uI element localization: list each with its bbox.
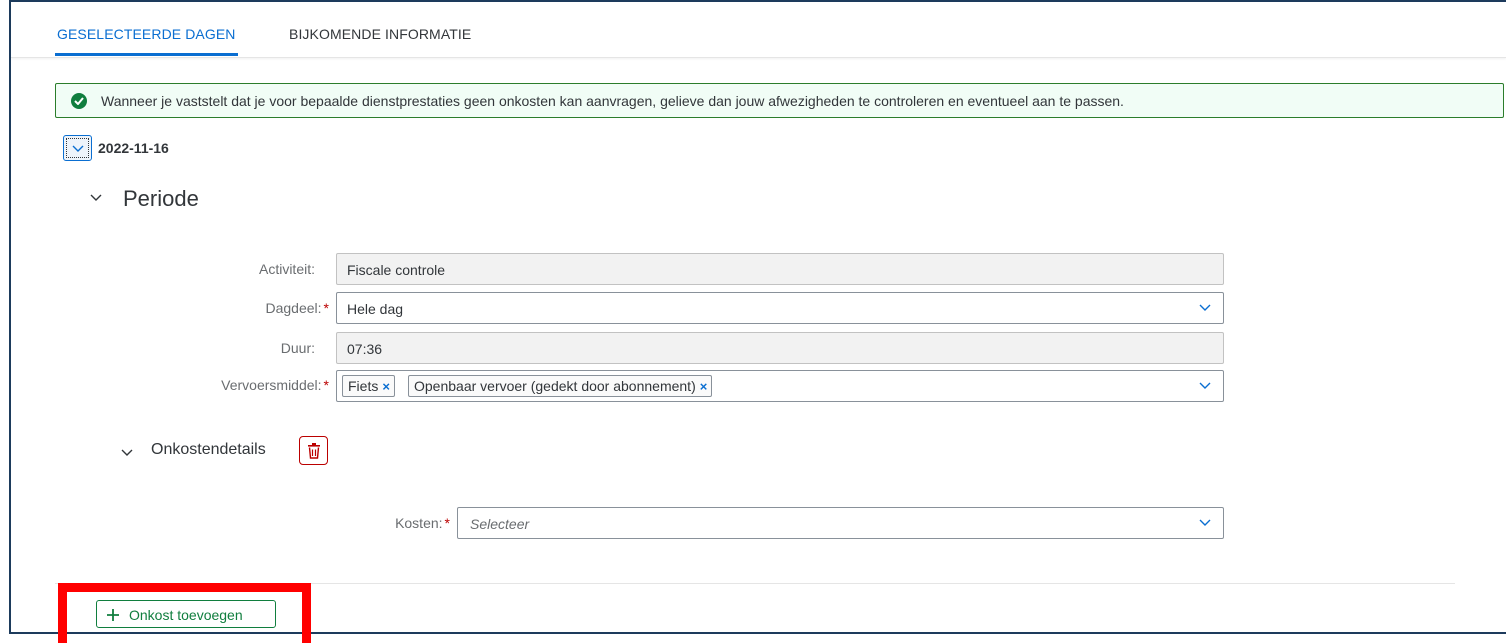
duur-label: Duur:: [280, 340, 315, 356]
chevron-down-icon[interactable]: [1199, 304, 1211, 311]
remove-token-icon[interactable]: ×: [382, 379, 390, 394]
tab-bijkomende-informatie[interactable]: BIJKOMENDE INFORMATIE: [289, 26, 471, 42]
message-text: Wanneer je vaststelt dat je voor bepaald…: [101, 93, 1124, 109]
duur-field: 07:36: [336, 332, 1224, 364]
vervoersmiddel-label: Vervoersmiddel: *: [221, 377, 329, 393]
chevron-down-icon[interactable]: [90, 194, 102, 201]
activiteit-label: Activiteit:: [258, 261, 315, 277]
vervoersmiddel-multiselect[interactable]: Fiets × Openbaar vervoer (gedekt door abo…: [336, 370, 1224, 402]
highlight-annotation-box: [58, 583, 311, 643]
success-check-icon: [71, 93, 87, 109]
delete-onkost-button[interactable]: [299, 436, 328, 465]
activiteit-value: Fiscale controle: [347, 262, 446, 278]
token-fiets[interactable]: Fiets ×: [342, 375, 395, 397]
chevron-down-icon: [72, 145, 84, 152]
collapse-day-button[interactable]: [63, 135, 92, 161]
kosten-placeholder: Selecteer: [470, 516, 530, 532]
content-frame: GESELECTEERDE DAGEN BIJKOMENDE INFORMATI…: [9, 0, 1506, 634]
chevron-down-icon[interactable]: [1199, 382, 1211, 389]
required-mark: *: [323, 300, 329, 316]
dagdeel-value: Hele dag: [347, 301, 404, 317]
chevron-down-icon[interactable]: [121, 449, 133, 456]
dagdeel-label: Dagdeel: *: [265, 300, 330, 316]
chevron-down-icon[interactable]: [1199, 519, 1211, 526]
periode-section-title[interactable]: Periode: [123, 186, 199, 212]
tab-bar: GESELECTEERDE DAGEN BIJKOMENDE INFORMATI…: [11, 2, 1506, 58]
day-date-label: 2022-11-16: [98, 140, 169, 156]
activiteit-field: Fiscale controle: [336, 253, 1224, 285]
duur-value: 07:36: [347, 341, 383, 357]
trash-icon: [308, 443, 320, 459]
onkostendetails-title[interactable]: Onkostendetails: [151, 441, 266, 459]
kosten-label: Kosten: *: [395, 515, 450, 531]
token-openbaar-vervoer[interactable]: Openbaar vervoer (gedekt door abonnement…: [408, 375, 713, 397]
tab-geselecteerde-dagen[interactable]: GESELECTEERDE DAGEN: [55, 26, 237, 56]
kosten-select[interactable]: Selecteer: [457, 507, 1224, 539]
required-mark: *: [444, 515, 450, 531]
remove-token-icon[interactable]: ×: [700, 379, 708, 394]
info-message-strip: Wanneer je vaststelt dat je voor bepaald…: [55, 83, 1504, 118]
required-mark: *: [323, 377, 329, 393]
dagdeel-select[interactable]: Hele dag: [336, 292, 1224, 324]
